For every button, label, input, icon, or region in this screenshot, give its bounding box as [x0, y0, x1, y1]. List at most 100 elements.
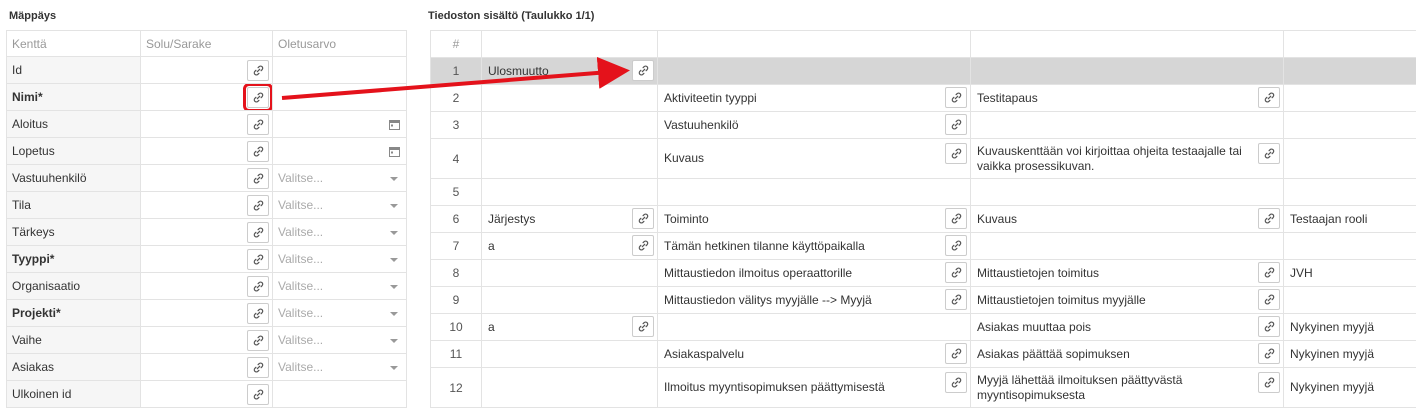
calendar-icon[interactable] [389, 119, 400, 130]
link-button[interactable] [945, 208, 967, 229]
grid-cell[interactable]: Ilmoitus myyntisopimuksen päättymisestä [657, 367, 971, 408]
link-button[interactable] [1258, 289, 1280, 310]
grid-cell[interactable]: Aktiviteetin tyyppi [657, 84, 971, 112]
grid-cell[interactable] [481, 178, 658, 206]
grid-row[interactable]: 12 Ilmoitus myyntisopimuksen päättymisest… [430, 367, 1416, 408]
link-button[interactable] [1258, 316, 1280, 337]
grid-cell[interactable]: Ulosmuutto [481, 57, 658, 85]
default-value-date[interactable] [272, 110, 407, 138]
grid-cell[interactable]: Toiminto [657, 205, 971, 233]
cell-column-slot[interactable] [140, 272, 273, 300]
cell-column-slot[interactable] [140, 218, 273, 246]
grid-cell[interactable] [481, 138, 658, 179]
grid-cell[interactable] [970, 111, 1284, 139]
grid-cell[interactable] [1283, 111, 1416, 139]
grid-row[interactable]: 5 [430, 178, 1416, 206]
link-button[interactable] [247, 222, 269, 243]
grid-cell[interactable]: JVH [1283, 259, 1416, 287]
link-button[interactable] [247, 114, 269, 135]
grid-cell[interactable]: Järjestys [481, 205, 658, 233]
link-button[interactable] [1258, 262, 1280, 283]
link-button[interactable] [1258, 343, 1280, 364]
cell-column-slot[interactable] [140, 299, 273, 327]
grid-cell[interactable]: a [481, 232, 658, 260]
default-value-date[interactable] [272, 137, 407, 165]
link-button[interactable] [945, 87, 967, 108]
link-button[interactable] [632, 235, 654, 256]
calendar-icon[interactable] [389, 146, 400, 157]
link-button[interactable] [1258, 143, 1280, 164]
link-button[interactable] [945, 114, 967, 135]
link-button[interactable] [247, 303, 269, 324]
link-button[interactable] [945, 143, 967, 164]
link-button[interactable] [945, 262, 967, 283]
grid-cell[interactable] [970, 57, 1284, 85]
default-value-select[interactable]: Valitse... [272, 272, 407, 300]
link-button[interactable] [1258, 372, 1280, 393]
link-button[interactable] [632, 316, 654, 337]
grid-cell[interactable] [481, 111, 658, 139]
grid-cell[interactable] [481, 367, 658, 408]
grid-row[interactable]: 6 Järjestys Toiminto Kuvaus Testaajan rooli [430, 205, 1416, 233]
grid-cell[interactable] [481, 340, 658, 368]
grid-cell[interactable]: Mittaustietojen toimitus [970, 259, 1284, 287]
link-button[interactable] [945, 289, 967, 310]
grid-cell[interactable]: Nykyinen myyjä [1283, 340, 1416, 368]
grid-cell[interactable] [481, 286, 658, 314]
default-value-select[interactable]: Valitse... [272, 245, 407, 273]
grid-row[interactable]: 11 Asiakaspalvelu Asiakas päättää sopimuks… [430, 340, 1416, 368]
grid-cell[interactable] [1283, 138, 1416, 179]
grid-row[interactable]: 10 a Asiakas muuttaa pois Nykyinen myyjä [430, 313, 1416, 341]
grid-cell[interactable]: Testaajan rooli [1283, 205, 1416, 233]
grid-cell[interactable] [1283, 286, 1416, 314]
grid-cell[interactable]: Mittaustietojen toimitus myyjälle [970, 286, 1284, 314]
grid-cell[interactable]: Testitapaus [970, 84, 1284, 112]
default-value-select[interactable]: Valitse... [272, 353, 407, 381]
cell-column-slot[interactable] [140, 191, 273, 219]
cell-column-slot[interactable] [140, 137, 273, 165]
grid-row[interactable]: 8 Mittaustiedon ilmoitus operaattorille Mi… [430, 259, 1416, 287]
cell-column-slot[interactable] [140, 326, 273, 354]
default-value-select[interactable]: Valitse... [272, 326, 407, 354]
link-button[interactable] [243, 84, 272, 110]
grid-cell[interactable] [970, 178, 1284, 206]
grid-cell[interactable] [1283, 232, 1416, 260]
link-button[interactable] [945, 235, 967, 256]
cell-column-slot[interactable] [140, 83, 273, 111]
cell-column-slot[interactable] [140, 110, 273, 138]
grid-cell[interactable]: Kuvauskenttään voi kirjoittaa ohjeita te… [970, 138, 1284, 179]
grid-cell[interactable]: Kuvaus [970, 205, 1284, 233]
link-button[interactable] [247, 249, 269, 270]
grid-cell[interactable]: Asiakas päättää sopimuksen [970, 340, 1284, 368]
cell-column-slot[interactable] [140, 245, 273, 273]
grid-cell[interactable]: Kuvaus [657, 138, 971, 179]
grid-cell[interactable]: Mittaustiedon ilmoitus operaattorille [657, 259, 971, 287]
grid-row[interactable]: 7 a Tämän hetkinen tilanne käyttöpaikalla [430, 232, 1416, 260]
cell-column-slot[interactable] [140, 380, 273, 408]
link-button[interactable] [247, 168, 269, 189]
grid-cell[interactable] [657, 178, 971, 206]
grid-cell[interactable]: Mittaustiedon välitys myyjälle --> Myyjä [657, 286, 971, 314]
link-button[interactable] [1258, 208, 1280, 229]
default-value-select[interactable]: Valitse... [272, 299, 407, 327]
grid-row[interactable]: 3 Vastuuhenkilö [430, 111, 1416, 139]
link-button[interactable] [247, 195, 269, 216]
grid-cell[interactable] [970, 232, 1284, 260]
grid-cell[interactable]: Tämän hetkinen tilanne käyttöpaikalla [657, 232, 971, 260]
default-value-select[interactable]: Valitse... [272, 191, 407, 219]
grid-cell[interactable]: Myyjä lähettää ilmoituksen päättyvästä m… [970, 367, 1284, 408]
link-button[interactable] [632, 60, 654, 81]
link-button[interactable] [945, 343, 967, 364]
grid-cell[interactable] [1283, 84, 1416, 112]
default-value-select[interactable]: Valitse... [272, 164, 407, 192]
grid-cell[interactable]: Nykyinen myyjä [1283, 367, 1416, 408]
grid-cell[interactable]: a [481, 313, 658, 341]
cell-column-slot[interactable] [140, 164, 273, 192]
grid-cell[interactable] [1283, 57, 1416, 85]
grid-cell[interactable] [1283, 178, 1416, 206]
link-button[interactable] [247, 60, 269, 81]
grid-row[interactable]: 2 Aktiviteetin tyyppi Testitapaus [430, 84, 1416, 112]
grid-cell[interactable]: Nykyinen myyjä [1283, 313, 1416, 341]
grid-cell[interactable]: Asiakas muuttaa pois [970, 313, 1284, 341]
link-button[interactable] [247, 357, 269, 378]
